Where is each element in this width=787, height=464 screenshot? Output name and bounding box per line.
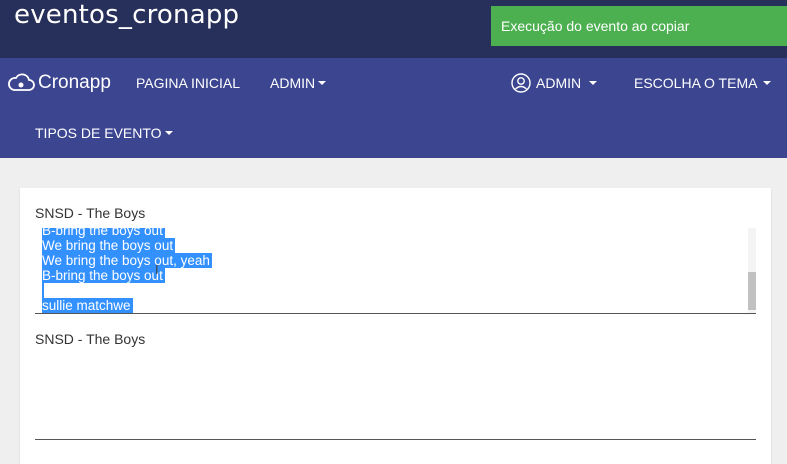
nav-tipos-de-evento-dropdown[interactable]: TIPOS DE EVENTO xyxy=(35,125,173,141)
brand-text: Cronapp xyxy=(38,72,111,93)
form-card: SNSD - The Boys B-bring the boys out We … xyxy=(20,188,771,464)
text-line: We bring the boys out, yeah xyxy=(42,253,212,268)
field2-label: SNSD - The Boys xyxy=(35,331,146,347)
caret-down-icon xyxy=(318,81,327,85)
caret-down-icon xyxy=(763,81,772,85)
brand-link[interactable]: Cronapp xyxy=(6,70,111,96)
nav-admin-dropdown[interactable]: ADMIN xyxy=(270,75,327,91)
field1-label: SNSD - The Boys xyxy=(35,205,146,221)
title-bar: eventos_cronapp Execução do evento ao co… xyxy=(0,0,787,58)
user-circle-icon xyxy=(511,73,531,93)
cloud-icon xyxy=(8,73,35,91)
text-line: sullie matchwe xyxy=(42,298,133,313)
scroll-thumb[interactable] xyxy=(748,272,756,310)
field1-scrollbar[interactable] xyxy=(748,228,756,313)
app-title: eventos_cronapp xyxy=(14,0,240,30)
field1-text: B-bring the boys out We bring the boys o… xyxy=(42,228,212,313)
text-line: We bring the boys out xyxy=(42,238,176,253)
nav-tipos-de-evento-label: TIPOS DE EVENTO xyxy=(35,125,162,141)
toast-notification: Execução do evento ao copiar xyxy=(491,6,787,46)
theme-menu-label: ESCOLHA O TEMA xyxy=(634,75,758,91)
field2-textarea[interactable] xyxy=(35,352,756,440)
nav-admin-label: ADMIN xyxy=(270,75,316,91)
field1-textarea[interactable]: B-bring the boys out We bring the boys o… xyxy=(35,228,756,314)
text-line xyxy=(42,283,212,298)
text-line: B-bring the boys out xyxy=(42,228,212,238)
user-menu[interactable]: ADMIN xyxy=(511,73,598,93)
navbar: Cronapp PAGINA INICIAL ADMIN ADMIN ESCOL… xyxy=(0,58,787,158)
caret-down-icon xyxy=(164,131,173,135)
nav-pagina-inicial[interactable]: PAGINA INICIAL xyxy=(136,75,240,91)
nav-pagina-inicial-label: PAGINA INICIAL xyxy=(136,75,240,91)
text-line: B-bring the boys out xyxy=(42,268,165,283)
text-cursor-icon: I xyxy=(155,262,159,277)
user-menu-label: ADMIN xyxy=(536,75,582,91)
theme-menu[interactable]: ESCOLHA O TEMA xyxy=(634,75,772,91)
caret-down-icon xyxy=(589,81,598,85)
